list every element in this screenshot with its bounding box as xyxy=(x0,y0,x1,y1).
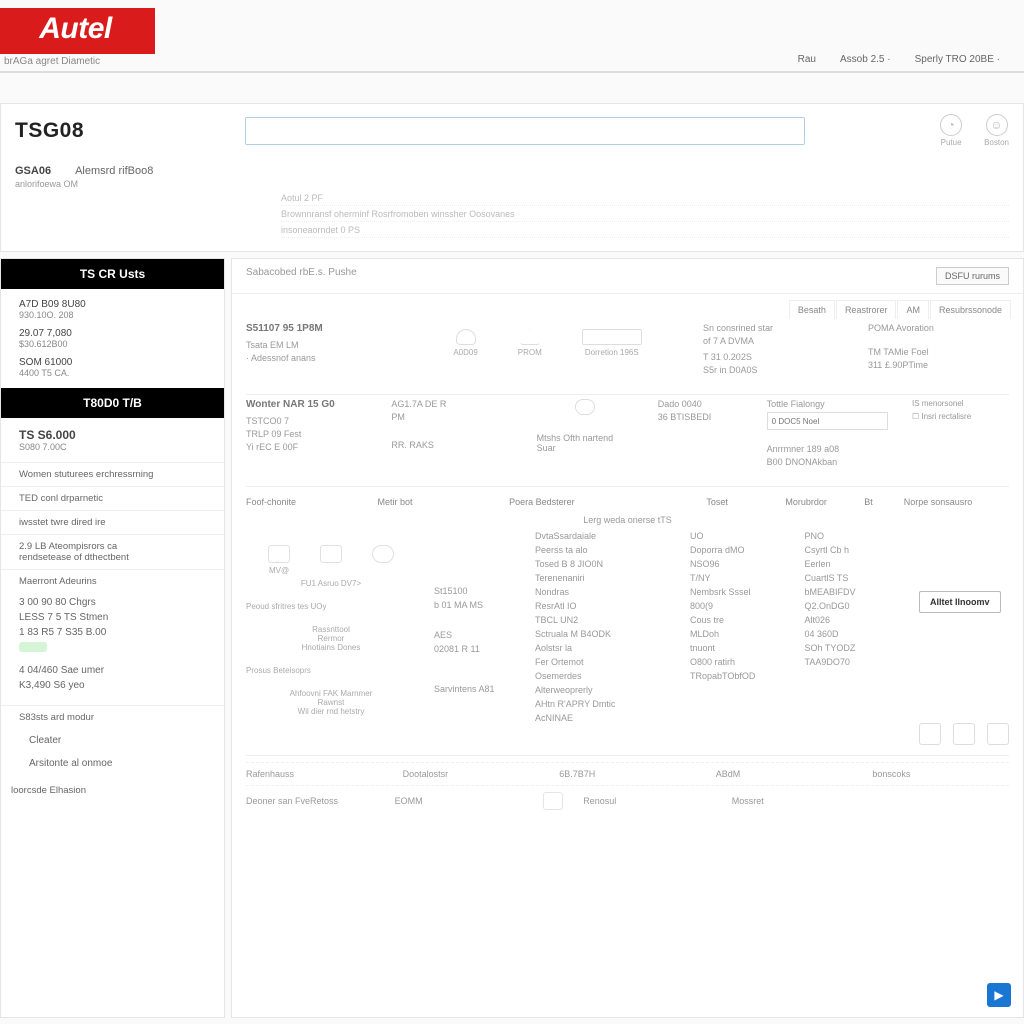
box-icon xyxy=(953,723,975,745)
spec-value: UO xyxy=(690,531,785,541)
clock-icon: ◔ xyxy=(940,114,962,136)
top-nav: Rau Assob 2.5 · Sperly TRO 20BE · xyxy=(798,8,1024,65)
brand-logo: Autel xyxy=(0,8,155,54)
spec-value: Terenenaniri xyxy=(535,573,670,583)
link-icon[interactable]: Dorretion 196S xyxy=(582,329,642,357)
spec-value: 04 360D xyxy=(805,629,900,639)
mini-input[interactable] xyxy=(767,412,888,430)
spec-value: Alterweoprerly xyxy=(535,685,670,695)
tab-d[interactable]: Resubrssonode xyxy=(930,300,1011,319)
spec-value: Peerss ta alo xyxy=(535,545,670,555)
sidebar-item[interactable]: Women stuturees erchressrning xyxy=(1,462,224,486)
info-block-2: Wonter NAR 15 G0 TSTCO0 7 TRLP 09 Fest Y… xyxy=(232,395,1023,486)
head-icon-b[interactable]: ☺ Boston xyxy=(984,114,1009,147)
spec-value: Cous tre xyxy=(690,615,785,625)
spec-value: Nondras xyxy=(535,587,670,597)
spec-value: bMEABIFDV xyxy=(805,587,900,597)
sub-tabs: GSA06 Alemsrd rifBoo8 xyxy=(1,157,1023,177)
user-icon xyxy=(320,545,342,563)
main: TS CR Usts A7D B09 8U80930.10O. 208 29.0… xyxy=(0,258,1024,1018)
spec-value: SOh TYODZ xyxy=(805,643,900,653)
spec-value: Sctruala M B4ODK xyxy=(535,629,670,639)
checkbox[interactable]: ☐ Insri rectalisre xyxy=(912,412,1009,421)
spec-value: MLDoh xyxy=(690,629,785,639)
spec-value: T/NY xyxy=(690,573,785,583)
tab-b[interactable]: Reastrorer xyxy=(836,300,897,319)
tag-icon xyxy=(543,792,563,810)
spec-value: TBCL UN2 xyxy=(535,615,670,625)
subtab-c[interactable]: anlorifoewa OM xyxy=(15,179,78,189)
bottom-rows: Rafenhauss Dootalostsr 6B.7B7H ABdM bons… xyxy=(232,756,1023,822)
search-input[interactable] xyxy=(245,117,805,145)
nav-link-a[interactable]: Rau xyxy=(798,54,816,65)
sidebar-item[interactable]: loorcsde Elhasion xyxy=(1,779,224,802)
page-header: TSG08 ◔ Putue ☺ Boston GSA06 Alemsrd rif… xyxy=(0,103,1024,252)
spec-value: Csyrtl Cb h xyxy=(805,545,900,555)
status-pill xyxy=(19,642,47,652)
sidebar-item[interactable]: Maerront Adeurins xyxy=(1,569,224,593)
sidebar-item[interactable]: iwsstet twre dired ire xyxy=(1,510,224,534)
spec-value: Tosed B 8 JIO0N xyxy=(535,559,670,569)
sidebar-item[interactable]: TED conl drparnetic xyxy=(1,486,224,510)
box-icon xyxy=(987,723,1009,745)
spec-value: PNO xyxy=(805,531,900,541)
subtab-b[interactable]: Alemsrd rifBoo8 xyxy=(75,165,153,177)
nav-link-b[interactable]: Assob 2.5 · xyxy=(840,54,891,65)
spec-value: Eerlen xyxy=(805,559,900,569)
help-button[interactable]: ▶ xyxy=(987,983,1011,1007)
checkbox[interactable]: IS menorsonel xyxy=(912,399,1009,408)
breadcrumb: Aotul 2 PF Brownnransf oherminf Rosrfrom… xyxy=(1,189,1023,251)
spec-value: TRopabTObfOD xyxy=(690,671,785,681)
action-button[interactable]: Alltet Ilnoomv xyxy=(919,591,1001,613)
spec-value: NSO96 xyxy=(690,559,785,569)
info-block-1: S51107 95 1P8M Tsata EM LM · Adessnof an… xyxy=(232,319,1023,394)
spec-section: Foof-chonite Metir bot Poera Bedsterer T… xyxy=(232,487,1023,755)
spec-value: Fer Ortemot xyxy=(535,657,670,667)
face-icon: ☺ xyxy=(986,114,1008,136)
play-icon: ▶ xyxy=(994,988,1003,1002)
spec-value: Osemerdes xyxy=(535,671,670,681)
spec-value: Alt026 xyxy=(805,615,900,625)
sidebar-item[interactable]: S83sts ard modur xyxy=(1,705,224,729)
cloud-icon xyxy=(372,545,394,563)
detail-tabs: Besath Reastrorer AM Resubrssonode xyxy=(232,294,1023,319)
brand-subtitle: brAGa agret Diametic xyxy=(4,56,155,67)
spec-value: Nembsrk Sssel xyxy=(690,587,785,597)
head-icon-a[interactable]: ◔ Putue xyxy=(940,114,962,147)
spec-value: 800(9 xyxy=(690,601,785,611)
spec-value: AcNINAE xyxy=(535,713,670,723)
icon-group[interactable]: MV@ FU1 Asruo DV7> xyxy=(246,545,416,588)
sidebar: TS CR Usts A7D B09 8U80930.10O. 208 29.0… xyxy=(0,258,225,1018)
spec-value: ResrAtl IO xyxy=(535,601,670,611)
spec-value: tnuont xyxy=(690,643,785,653)
top-action-button[interactable]: DSFU rurums xyxy=(936,267,1009,285)
brand-bar: Autel brAGa agret Diametic Rau Assob 2.5… xyxy=(0,0,1024,67)
cloud-icon[interactable]: A0D09 xyxy=(453,329,477,357)
tab-a[interactable]: Besath xyxy=(789,300,835,319)
cloud-icon xyxy=(537,399,634,415)
table-row[interactable]: Rafenhauss Dootalostsr 6B.7B7H ABdM bons… xyxy=(246,762,1009,785)
spec-value: DvtaSsardaiale xyxy=(535,531,670,541)
page-title: TSG08 xyxy=(15,119,245,143)
spec-value: TAA9DO70 xyxy=(805,657,900,667)
table-row[interactable]: Deoner san FveRetoss EOMM Renosul Mossre… xyxy=(246,785,1009,816)
doc-icon xyxy=(268,545,290,563)
sidebar-header-1: TS CR Usts xyxy=(1,259,224,289)
tab-c[interactable]: AM xyxy=(897,300,929,319)
spec-value: O800 ratirh xyxy=(690,657,785,667)
spec-value: AHtn R'APRY Dmtic xyxy=(535,699,670,709)
spec-value: Q2.OnDG0 xyxy=(805,601,900,611)
spec-value: Doporra dMO xyxy=(690,545,785,555)
box-icon xyxy=(919,723,941,745)
sidebar-item[interactable]: 2.9 LB Ateompisrors carendsetease of dth… xyxy=(1,534,224,569)
header-divider xyxy=(0,71,1024,73)
subtab-a[interactable]: GSA06 xyxy=(15,165,51,177)
spec-value: CuartlS TS xyxy=(805,573,900,583)
warning-icon[interactable]: PROM xyxy=(518,329,542,357)
nav-link-c[interactable]: Sperly TRO 20BE · xyxy=(915,54,1000,65)
content-panel: Sabacobed rbE.s. Pushe DSFU rurums Besat… xyxy=(231,258,1024,1018)
spec-value: Aolstsr la xyxy=(535,643,670,653)
content-heading: Sabacobed rbE.s. Pushe xyxy=(246,267,357,285)
sidebar-header-2: T80D0 T/B xyxy=(1,388,224,418)
